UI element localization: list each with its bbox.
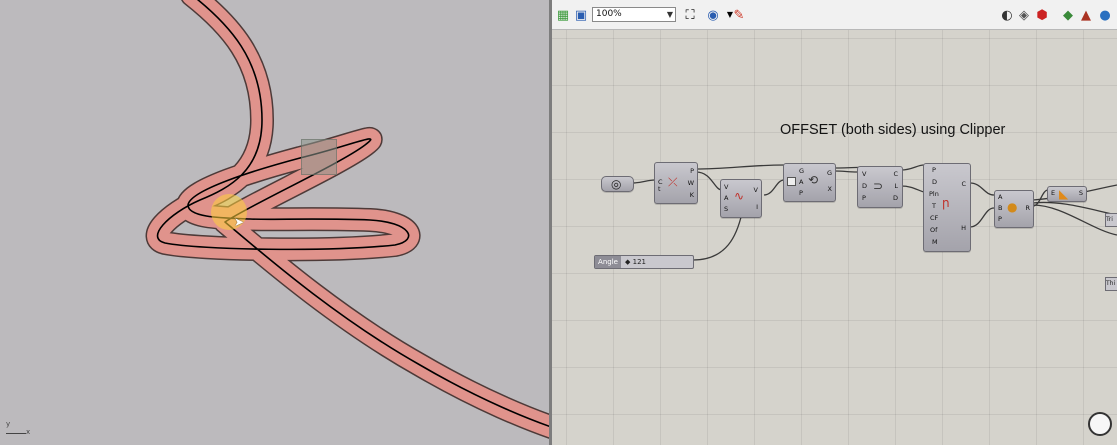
output-l: L: [894, 182, 898, 190]
input-g: G: [799, 167, 805, 175]
input-t: T: [932, 202, 936, 210]
input-p: P: [862, 194, 866, 202]
input-cf: CF: [930, 214, 939, 222]
surface-icon: ◣: [1059, 187, 1069, 201]
wires: [631, 164, 1117, 261]
navigation-widget[interactable]: [1088, 412, 1112, 436]
move-component[interactable]: V D P ⊃ C L D: [857, 166, 903, 208]
grasshopper-toolbar: ▦ ▣ 100% ▼ ⛶ ◉ ▼ ✎ ◐ ◈ ⬢ ◆ ▲ ●: [552, 0, 1117, 30]
output-g: G: [826, 169, 832, 177]
input-a: A: [998, 193, 1003, 201]
rotate-component[interactable]: G A P ⟲ G X: [783, 163, 836, 202]
preview-toggle-icon[interactable]: ⬢: [1034, 7, 1050, 23]
output-w: W: [687, 179, 694, 187]
save-icon[interactable]: ▣: [573, 7, 589, 23]
input-d: D: [862, 182, 868, 190]
clipper-offset-component[interactable]: P D Pln T CF Of M ր C H: [923, 163, 971, 252]
output-h: H: [961, 224, 966, 232]
rhino-icon[interactable]: ◆: [1060, 7, 1076, 23]
output-i: I: [756, 203, 758, 211]
viewport-geometry: [0, 0, 550, 445]
slider-label: Angle: [595, 256, 621, 268]
rotate-icon: ⟲: [808, 173, 819, 187]
curve-parameter[interactable]: ◎: [601, 176, 634, 192]
solver-icon[interactable]: ▲: [1078, 7, 1094, 23]
input-p: P: [799, 189, 803, 197]
input-m: M: [932, 238, 938, 246]
open-file-icon[interactable]: ▦: [555, 7, 571, 23]
input-e: E: [1051, 189, 1056, 197]
preview-shaded-icon[interactable]: ◐: [999, 7, 1015, 23]
rotate-vector-component[interactable]: V A S ∿ V I: [720, 179, 762, 218]
zoom-fit-icon[interactable]: ⛶: [682, 7, 698, 23]
grasshopper-canvas[interactable]: OFFSET (both sides) using Clipper ◎ C t …: [552, 30, 1117, 445]
slider-value: ◆ 121: [625, 258, 646, 266]
angle-slider[interactable]: Angle ◆ 121: [594, 255, 694, 269]
output-v: V: [753, 186, 758, 194]
input-v: V: [862, 170, 867, 178]
axis-x-label: x: [26, 428, 31, 436]
output-x: X: [827, 185, 832, 193]
input-of: Of: [930, 226, 938, 234]
rhino-viewport[interactable]: ➤ y x: [0, 0, 550, 445]
gumball-widget[interactable]: [301, 139, 337, 175]
output-d: D: [892, 194, 898, 202]
sketch-icon[interactable]: ✎: [731, 7, 747, 23]
input-p: P: [932, 166, 936, 174]
boolean-region-component[interactable]: A B P ● R: [994, 190, 1034, 228]
chevron-down-icon: ▼: [666, 10, 673, 19]
toggle-box-icon[interactable]: [787, 177, 796, 186]
output-c: C: [961, 180, 966, 188]
result-parameter-component[interactable]: E ◣ S: [1047, 186, 1087, 202]
input-a: A: [799, 178, 804, 186]
bake-icon[interactable]: ◈: [1016, 7, 1032, 23]
offset-icon: ր: [942, 196, 950, 210]
curve-param-icon: ◎: [611, 177, 622, 191]
evaluate-curve-component[interactable]: C t ⤫ P W K: [654, 162, 698, 204]
output-p: P: [690, 167, 694, 175]
side-component-1[interactable]: Tri: [1105, 213, 1117, 227]
input-s: S: [724, 205, 729, 213]
boolean-region-icon: ●: [1007, 200, 1018, 214]
input-a: A: [724, 194, 729, 202]
evaluate-curve-icon: ⤫: [668, 175, 678, 189]
preview-eye-icon[interactable]: ◉: [705, 7, 721, 23]
input-v: V: [724, 183, 729, 191]
output-c: C: [893, 170, 898, 178]
zoom-select[interactable]: 100% ▼: [592, 7, 676, 22]
output-r: R: [1025, 204, 1030, 212]
input-p: P: [998, 215, 1002, 223]
world-axes-icon: y x: [6, 420, 30, 436]
rotate-vector-icon: ∿: [734, 189, 745, 203]
mouse-cursor-icon: ➤: [234, 215, 245, 229]
globe-icon[interactable]: ●: [1097, 7, 1113, 23]
output-s: S: [1078, 189, 1083, 197]
side-component-2[interactable]: Thi: [1105, 277, 1117, 291]
input-b: B: [998, 204, 1003, 212]
output-k: K: [689, 191, 694, 199]
input-d: D: [932, 178, 938, 186]
grasshopper-editor: ▦ ▣ 100% ▼ ⛶ ◉ ▼ ✎ ◐ ◈ ⬢ ◆ ▲ ● OFFSET (bo…: [552, 0, 1117, 445]
axis-y-label: y: [6, 420, 11, 428]
input-t: t: [658, 185, 661, 193]
slider-value-text: 121: [632, 258, 646, 266]
input-pln: Pln: [929, 190, 939, 198]
move-icon: ⊃: [873, 179, 884, 193]
